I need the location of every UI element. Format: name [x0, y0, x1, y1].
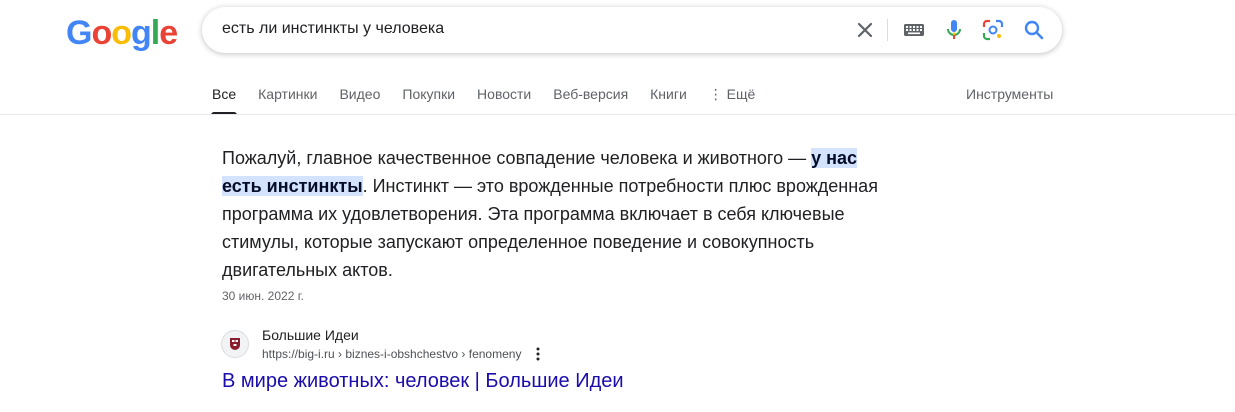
logo-letter: e [159, 14, 178, 52]
search-input[interactable]: есть ли инстинкты у человека [222, 20, 444, 38]
google-logo[interactable]: Google [66, 13, 178, 53]
tab-all[interactable]: Все [210, 78, 238, 115]
logo-letter: l [150, 14, 161, 52]
tab-videos[interactable]: Видео [339, 78, 380, 114]
tab-images[interactable]: Картинки [258, 78, 317, 114]
logo-letter: o [111, 14, 132, 52]
search-box[interactable]: есть ли инстинкты у человека [202, 7, 1062, 53]
more-vertical-icon[interactable] [533, 346, 543, 362]
result-title-link[interactable]: В мире животных: человек | Большие Идеи [222, 370, 624, 393]
logo-letter: g [131, 14, 152, 52]
site-url[interactable]: https://big-i.ru › biznes-i-obshchestvo … [262, 347, 521, 361]
search-tabs: Все Картинки Видео Покупки Новости Веб-в… [210, 78, 777, 115]
keyboard-icon[interactable] [902, 18, 926, 42]
logo-letter: o [91, 14, 112, 52]
tab-books[interactable]: Книги [650, 78, 687, 114]
tab-shopping[interactable]: Покупки [402, 78, 455, 114]
close-icon[interactable] [853, 18, 877, 42]
divider [0, 114, 1235, 115]
camera-lens-icon[interactable] [981, 18, 1005, 42]
tab-web[interactable]: Веб-версия [553, 78, 628, 114]
site-name[interactable]: Большие Идеи [262, 327, 359, 343]
microphone-icon[interactable] [942, 18, 966, 42]
shield-icon [230, 338, 240, 350]
tools-button[interactable]: Инструменты [966, 86, 1053, 102]
snippet-text: Пожалуй, главное качественное совпадение… [222, 148, 812, 168]
featured-snippet: Пожалуй, главное качественное совпадение… [222, 144, 882, 284]
divider [887, 19, 888, 41]
logo-letter: G [66, 14, 92, 52]
search-icon[interactable] [1022, 18, 1046, 42]
tab-news[interactable]: Новости [477, 78, 531, 114]
tab-more[interactable]: ⋮ Ещё [709, 78, 756, 114]
site-favicon[interactable] [221, 330, 249, 358]
snippet-date: 30 июн. 2022 г. [222, 289, 304, 303]
